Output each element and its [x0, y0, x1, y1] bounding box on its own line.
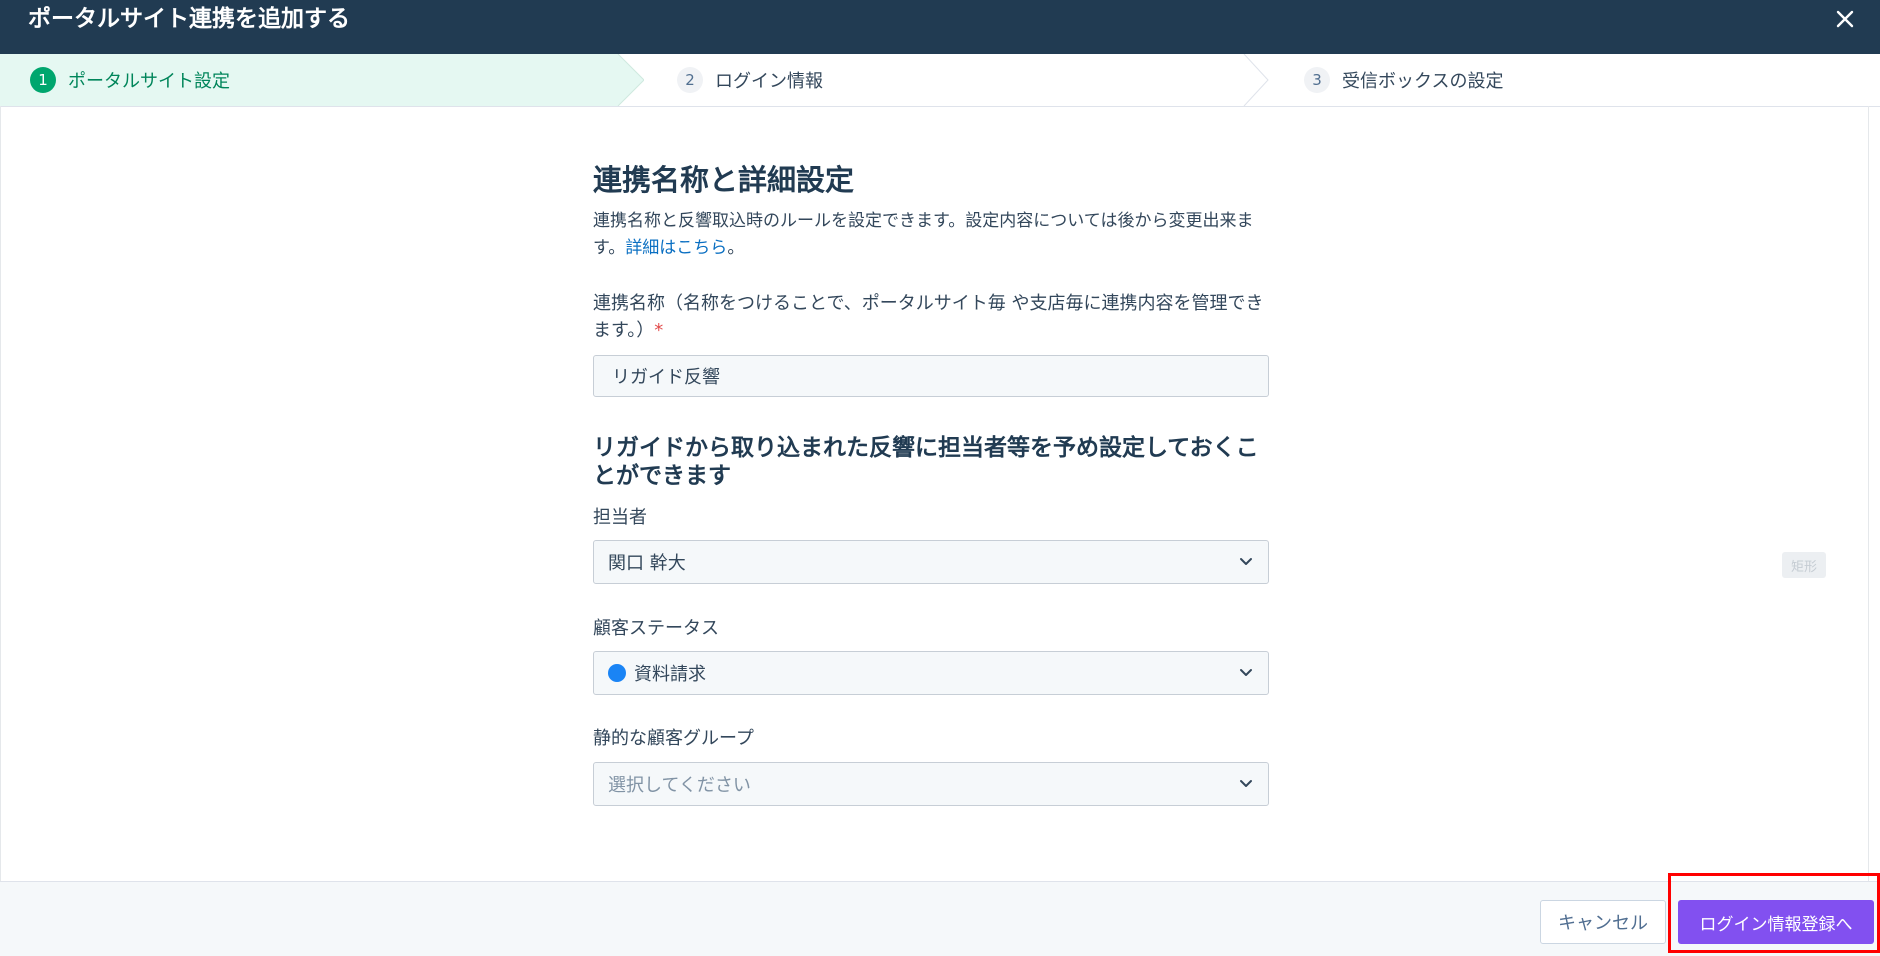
chevron-down-icon — [1238, 554, 1254, 570]
customer-group-select[interactable]: 選択してください — [593, 762, 1269, 806]
ghost-shape-tag: 矩形 — [1782, 552, 1826, 578]
step-3: 3 受信ボックスの設定 — [1304, 54, 1503, 106]
step-2-label: ログイン情報 — [715, 71, 823, 92]
owner-label: 担当者 — [593, 507, 647, 528]
owner-select-value: 関口 幹大 — [608, 553, 686, 574]
group-label: 静的な顧客グループ — [593, 728, 754, 749]
stepper: 1 ポータルサイト設定 2 ログイン情報 3 受信ボックスの設定 — [0, 54, 1880, 107]
name-field-label: 連携名称（名称をつけることで、ポータルサイト毎 や支店毎に連携内容を管理できます… — [593, 290, 1269, 344]
next-login-info-button[interactable]: ログイン情報登録へ — [1678, 900, 1874, 944]
status-select-value: 資料請求 — [634, 664, 706, 685]
status-label: 顧客ステータス — [593, 618, 719, 639]
cancel-button[interactable]: キャンセル — [1540, 900, 1666, 944]
step-1: 1 ポータルサイト設定 — [30, 54, 230, 106]
step-1-number: 1 — [30, 67, 56, 93]
section-title: 連携名称と詳細設定 — [593, 163, 855, 197]
modal-header: ポータルサイト連携を追加する — [0, 0, 1880, 54]
required-mark: * — [654, 320, 664, 341]
close-button[interactable] — [1828, 2, 1862, 36]
section-description: 連携名称と反響取込時のルールを設定できます。設定内容については後から変更出来ます… — [593, 208, 1269, 262]
panel-right-border — [1868, 106, 1869, 881]
step-separator — [1243, 54, 1269, 106]
status-select-value-wrap: 資料請求 — [608, 660, 1238, 686]
step-3-number: 3 — [1304, 67, 1330, 93]
chevron-down-icon — [1238, 776, 1254, 792]
name-label-text: 連携名称（名称をつけることで、ポータルサイト毎 や支店毎に連携内容を管理できます… — [593, 293, 1264, 341]
step-2-number: 2 — [677, 67, 703, 93]
step-1-label: ポータルサイト設定 — [68, 71, 230, 92]
modal-title: ポータルサイト連携を追加する — [28, 6, 350, 32]
details-link[interactable]: 詳細はこちら — [625, 238, 727, 258]
step-2: 2 ログイン情報 — [677, 54, 823, 106]
description-end: 。 — [727, 238, 745, 258]
status-color-dot — [608, 664, 626, 682]
group-select-placeholder: 選択してください — [608, 775, 751, 796]
defaults-section-title: リガイドから取り込まれた反響に担当者等を予め設定しておくことができます — [593, 435, 1259, 489]
chevron-down-icon — [1238, 665, 1254, 681]
step-3-label: 受信ボックスの設定 — [1342, 71, 1504, 92]
integration-name-input[interactable] — [593, 355, 1269, 397]
owner-select[interactable]: 関口 幹大 — [593, 540, 1269, 584]
panel-left-border — [0, 106, 1, 881]
close-icon — [1836, 10, 1854, 28]
status-select[interactable]: 資料請求 — [593, 651, 1269, 695]
